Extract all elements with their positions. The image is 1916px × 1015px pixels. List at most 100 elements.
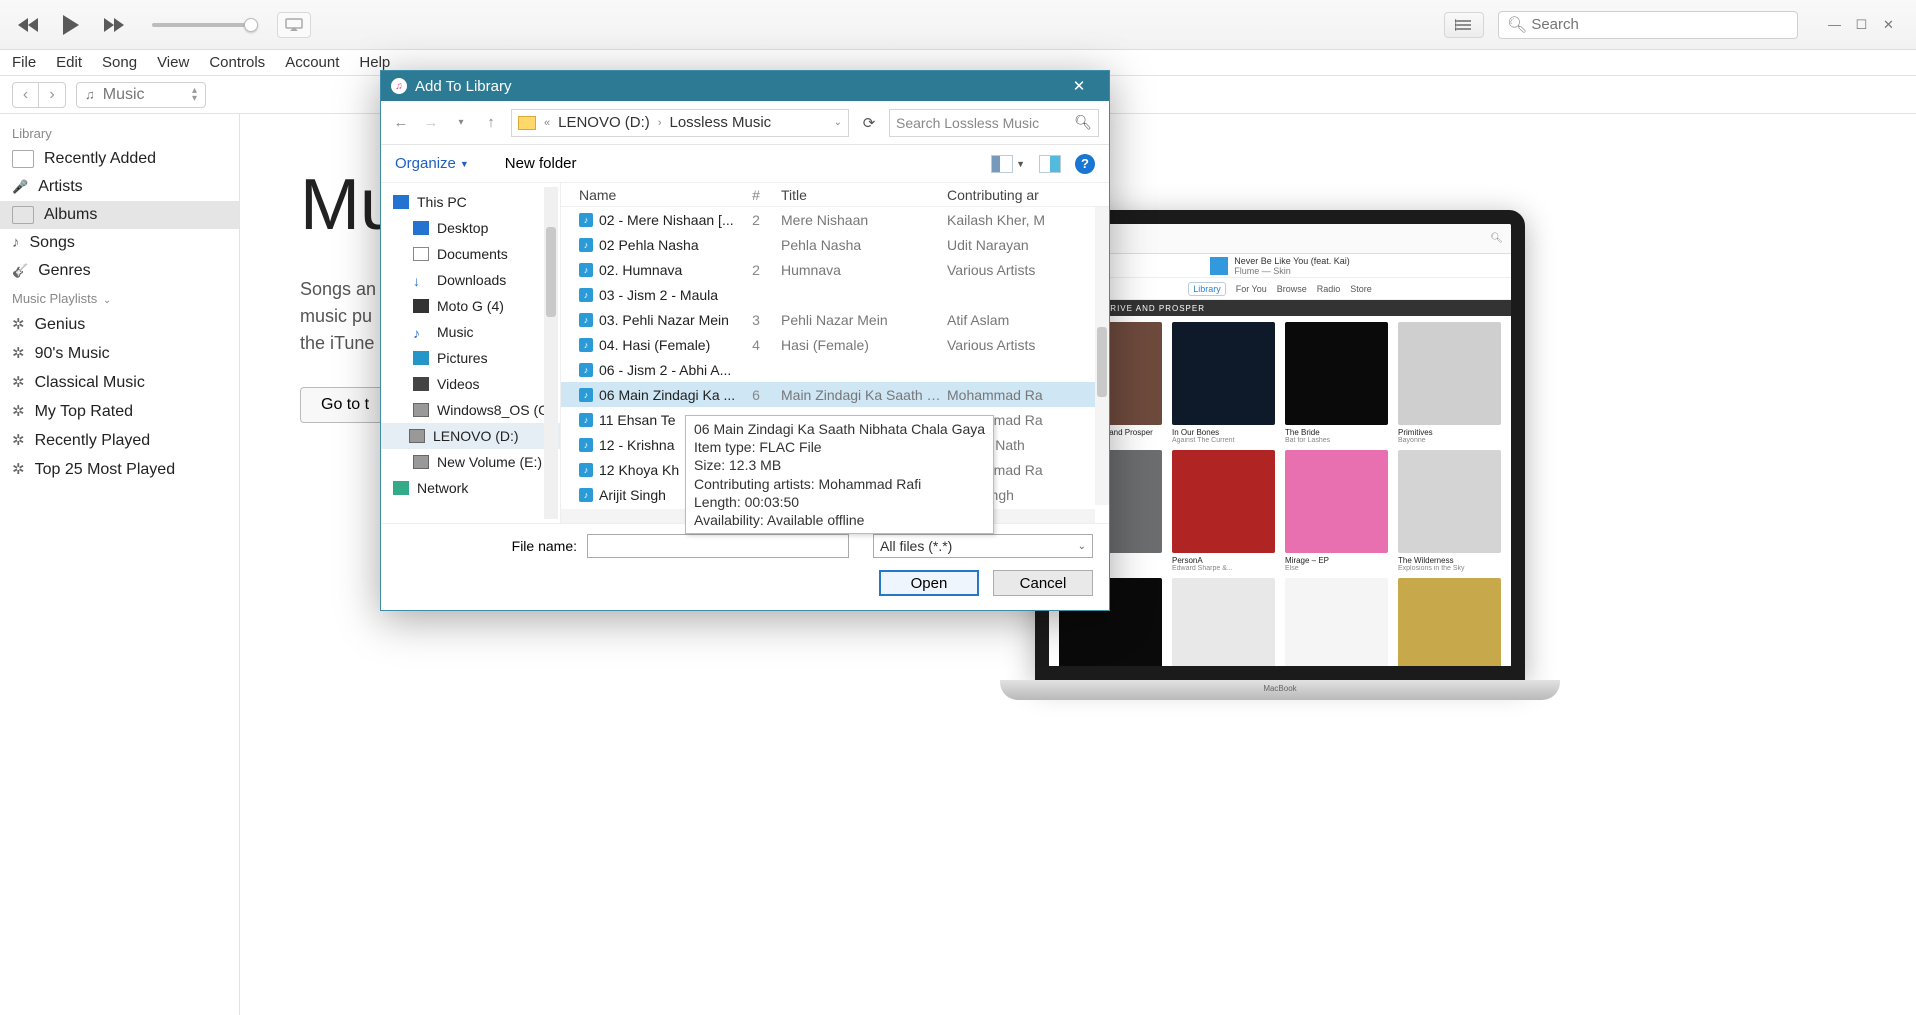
sidebar-item-artists[interactable]: Artists — [0, 173, 239, 201]
tree-item[interactable]: Network — [393, 475, 560, 501]
preview-pane-button[interactable] — [1039, 155, 1061, 173]
music-icon — [413, 325, 429, 339]
menu-view[interactable]: View — [157, 54, 189, 71]
nav-back-button[interactable]: ‹ — [13, 83, 39, 107]
organize-button[interactable]: Organize ▼ — [395, 155, 469, 172]
dialog-titlebar[interactable]: ♫ Add To Library ✕ — [381, 71, 1109, 101]
dialog-forward-button[interactable]: → — [421, 114, 441, 131]
tree-item[interactable]: New Volume (E:) — [393, 449, 560, 475]
filename-input[interactable] — [587, 534, 849, 558]
sidebar-playlist-my-top-rated[interactable]: My Top Rated — [0, 397, 239, 426]
dialog-search-box[interactable]: Search Lossless Music 🔍︎ — [889, 109, 1099, 137]
menu-help[interactable]: Help — [359, 54, 390, 71]
tree-item[interactable]: This PC — [393, 189, 560, 215]
sidebar-item-genres[interactable]: Genres — [0, 257, 239, 285]
tree-item[interactable]: Pictures — [393, 345, 560, 371]
menu-controls[interactable]: Controls — [209, 54, 265, 71]
minimize-button[interactable]: — — [1822, 15, 1847, 35]
tree-item[interactable]: Music — [393, 319, 560, 345]
close-button[interactable]: ✕ — [1876, 15, 1901, 35]
sidebar-item-albums[interactable]: Albums — [0, 201, 239, 229]
dialog-recent-button[interactable]: ▾ — [451, 117, 471, 128]
tree-item[interactable]: Desktop — [393, 215, 560, 241]
flac-file-icon — [579, 238, 593, 252]
volume-slider[interactable] — [152, 23, 252, 27]
search-input[interactable] — [1531, 16, 1789, 33]
play-button[interactable] — [57, 11, 85, 39]
file-list-vscrollbar[interactable] — [1095, 207, 1109, 505]
album-artist: Edward Sharpe &... — [1172, 565, 1275, 572]
tree-item[interactable]: Downloads — [393, 267, 560, 293]
dialog-close-button[interactable]: ✕ — [1059, 77, 1099, 95]
tree-item[interactable]: LENOVO (D:) — [381, 423, 560, 449]
album-artist: Against The Current — [1172, 437, 1275, 444]
flac-file-icon — [579, 263, 593, 277]
sidebar-playlist-classical-music[interactable]: Classical Music — [0, 368, 239, 397]
maximize-button[interactable]: ☐ — [1849, 15, 1874, 35]
sidebar-playlist-genius[interactable]: Genius — [0, 310, 239, 339]
column-artist[interactable]: Contributing ar — [941, 187, 1095, 203]
menu-edit[interactable]: Edit — [56, 54, 82, 71]
file-row[interactable]: 02 - Mere Nishaan [...2Mere NishaanKaila… — [561, 207, 1109, 232]
breadcrumb[interactable]: « LENOVO (D:) › Lossless Music ⌄ — [511, 109, 849, 137]
sidebar-item-songs[interactable]: Songs — [0, 229, 239, 257]
pc-icon — [393, 195, 409, 209]
dialog-back-button[interactable]: ← — [391, 114, 411, 131]
view-options-button[interactable]: ▼ — [991, 155, 1025, 173]
tree-item[interactable]: Videos — [393, 371, 560, 397]
breadcrumb-drive[interactable]: LENOVO (D:) — [558, 114, 650, 131]
new-folder-button[interactable]: New folder — [505, 155, 577, 172]
flac-file-icon — [579, 488, 593, 502]
mb-search-icon: 🔍︎ — [1490, 233, 1503, 244]
previous-track-button[interactable] — [15, 11, 43, 39]
file-row[interactable]: 06 - Jism 2 - Abhi A... — [561, 357, 1109, 382]
sidebar-item-recently-added[interactable]: Recently Added — [0, 145, 239, 173]
album-art — [1172, 450, 1275, 553]
file-row[interactable]: 06 Main Zindagi Ka ...6Main Zindagi Ka S… — [561, 382, 1109, 407]
file-row[interactable]: 03. Pehli Nazar Mein3Pehli Nazar MeinAti… — [561, 307, 1109, 332]
nav-forward-button[interactable]: › — [39, 83, 65, 107]
file-name: Arijit Singh — [599, 487, 666, 503]
search-icon: 🔍︎ — [1507, 15, 1527, 35]
next-track-button[interactable] — [99, 11, 127, 39]
column-name[interactable]: Name — [561, 187, 741, 203]
goto-store-button[interactable]: Go to t — [300, 387, 390, 423]
file-list-header[interactable]: Name # Title Contributing ar — [561, 183, 1109, 207]
up-next-button[interactable] — [1444, 12, 1484, 38]
sidebar-item-label: Recently Added — [44, 150, 156, 168]
open-button[interactable]: Open — [879, 570, 979, 596]
sidebar-playlist-top-25-most-played[interactable]: Top 25 Most Played — [0, 455, 239, 484]
tree-item[interactable]: Documents — [393, 241, 560, 267]
cancel-button[interactable]: Cancel — [993, 570, 1093, 596]
menu-file[interactable]: File — [12, 54, 36, 71]
refresh-button[interactable]: ⟳ — [859, 114, 879, 132]
dialog-up-button[interactable]: ↑ — [481, 114, 501, 131]
gear-icon — [12, 344, 25, 363]
file-row[interactable]: 03 - Jism 2 - Maula — [561, 282, 1109, 307]
album-item: In Our BonesAgainst The Current — [1172, 322, 1275, 444]
column-title[interactable]: Title — [771, 187, 941, 203]
file-row[interactable]: 02. Humnava2HumnavaVarious Artists — [561, 257, 1109, 282]
tree-scrollbar[interactable] — [544, 187, 558, 519]
file-row[interactable]: 04. Hasi (Female)4Hasi (Female)Various A… — [561, 332, 1109, 357]
help-button[interactable]: ? — [1075, 154, 1095, 174]
sidebar-playlist-90-s-music[interactable]: 90's Music — [0, 339, 239, 368]
column-track[interactable]: # — [741, 187, 771, 203]
menu-account[interactable]: Account — [285, 54, 339, 71]
airplay-button[interactable] — [277, 12, 311, 38]
sidebar-item-label: Classical Music — [35, 374, 145, 392]
source-selector[interactable]: Music ▴▾ — [76, 82, 206, 108]
dialog-title: Add To Library — [415, 78, 511, 95]
breadcrumb-dropdown-icon[interactable]: ⌄ — [834, 117, 842, 128]
tree-item[interactable]: Moto G (4) — [393, 293, 560, 319]
sidebar-playlist-recently-played[interactable]: Recently Played — [0, 426, 239, 455]
file-title: Hasi (Female) — [771, 337, 941, 353]
filetype-selector[interactable]: All files (*.*)⌄ — [873, 534, 1093, 558]
file-row[interactable]: 02 Pehla NashaPehla NashaUdit Narayan — [561, 232, 1109, 257]
tree-item[interactable]: Windows8_OS (C — [393, 397, 560, 423]
gear-icon — [12, 431, 25, 450]
breadcrumb-folder[interactable]: Lossless Music — [669, 114, 771, 131]
menu-song[interactable]: Song — [102, 54, 137, 71]
search-box[interactable]: 🔍︎ — [1498, 11, 1798, 39]
file-name: 02 - Mere Nishaan [... — [599, 212, 734, 228]
